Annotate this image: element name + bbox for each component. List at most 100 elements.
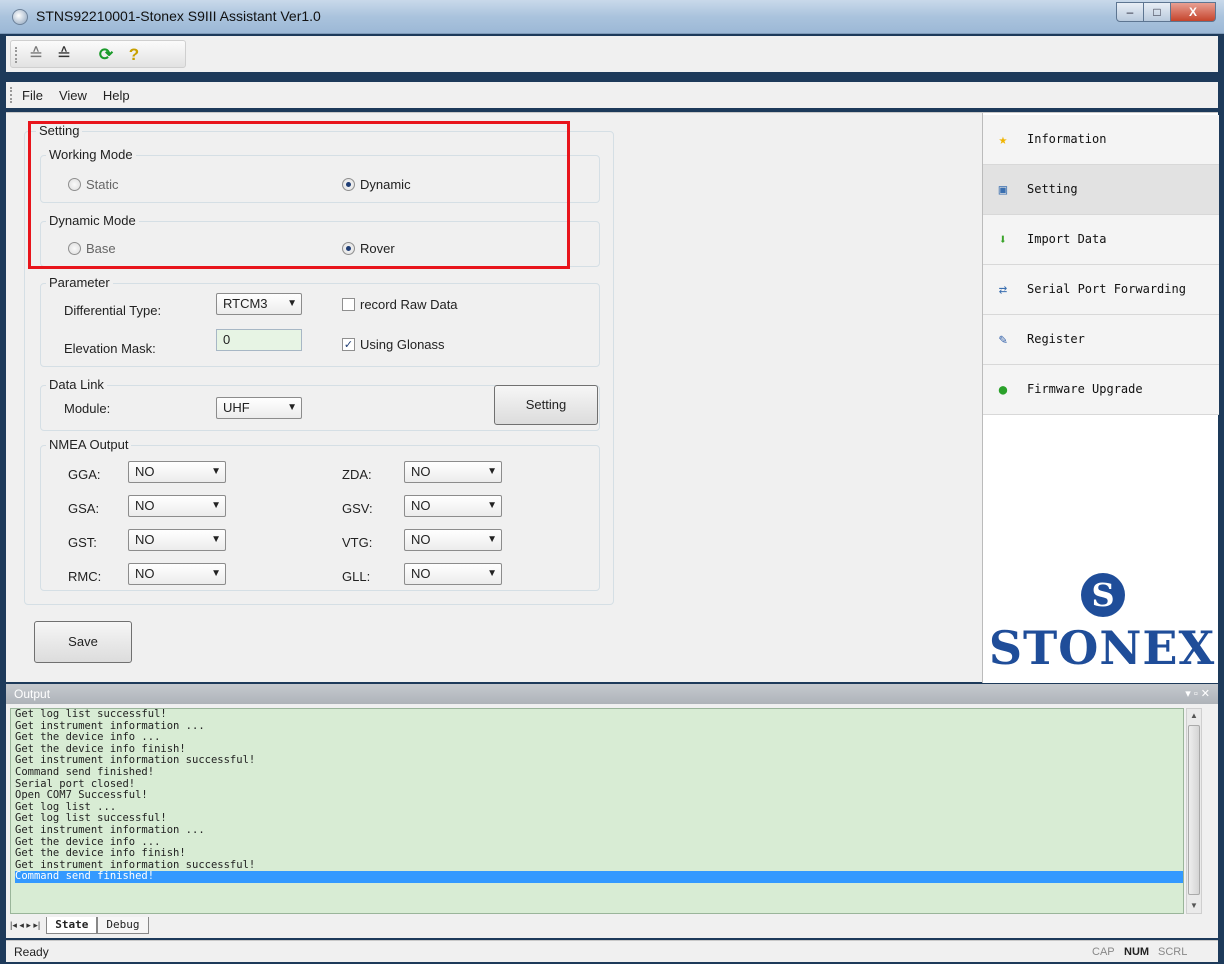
glonass-box[interactable]: ✓ (342, 338, 355, 351)
connect-icon[interactable]: ≙ (25, 44, 47, 66)
menu-help[interactable]: Help (101, 86, 132, 105)
nmea-gga-value: NO (135, 464, 155, 479)
window-controls: – □ X (1116, 2, 1216, 22)
minimize-button[interactable]: – (1116, 2, 1144, 22)
status-text: Ready (14, 945, 49, 959)
nav-item-label: Import Data (1027, 232, 1107, 246)
base-radio-dot[interactable] (68, 242, 81, 255)
toolbar: ≙ ≙ ⟳ ? (6, 36, 1218, 72)
nmea-gga-label: GGA: (68, 467, 101, 482)
nav-item-information[interactable]: ★ Information (983, 115, 1219, 165)
nmea-group (40, 445, 600, 591)
chevron-down-icon: ▼ (211, 568, 221, 579)
nmea-zda-value: NO (411, 464, 431, 479)
log-line[interactable]: Get instrument information successful! (15, 755, 1183, 767)
tab-nav-arrows[interactable]: |◂ ◂ ▸ ▸| (10, 920, 40, 931)
main-area: Setting Working Mode Static Dynamic Dyna… (6, 112, 1219, 683)
nmea-gsa-label: GSA: (68, 501, 100, 516)
nmea-title: NMEA Output (46, 437, 132, 452)
data-link-setting-button[interactable]: Setting (494, 385, 598, 425)
log-line[interactable]: Get instrument information ... (15, 824, 1183, 837)
chevron-down-icon: ▼ (287, 298, 297, 309)
nmea-gst-select[interactable]: NO ▼ (128, 529, 226, 551)
output-log[interactable]: Get log list successful! Get instrument i… (10, 708, 1184, 914)
dynamic-radio[interactable]: Dynamic (342, 177, 411, 192)
static-radio[interactable]: Static (68, 177, 119, 192)
nav-item-register[interactable]: ✎ Register (983, 315, 1219, 365)
brand-name: STONEX (988, 621, 1216, 675)
refresh-icon[interactable]: ⟳ (95, 44, 117, 66)
output-scrollbar[interactable]: ▲ ▼ (1186, 708, 1202, 914)
dynamic-radio-dot[interactable] (342, 178, 355, 191)
rover-radio[interactable]: Rover (342, 241, 395, 256)
record-raw-box[interactable] (342, 298, 355, 311)
data-link-title: Data Link (46, 377, 107, 392)
log-line[interactable]: Get instrument information ... (15, 720, 1183, 733)
log-line[interactable]: Open COM7 Successful! (15, 790, 1183, 802)
save-button[interactable]: Save (34, 621, 132, 663)
nav-item-serial-port-forwarding[interactable]: ⇄ Serial Port Forwarding (983, 265, 1219, 315)
brand-logo: STONEX (983, 553, 1219, 683)
rover-radio-dot[interactable] (342, 242, 355, 255)
menu-file[interactable]: File (20, 86, 45, 105)
diff-type-select[interactable]: RTCM3 ▼ (216, 293, 302, 315)
menu-view[interactable]: View (57, 86, 89, 105)
maximize-button[interactable]: □ (1143, 2, 1171, 22)
log-line[interactable]: Command send finished! (15, 871, 1183, 883)
static-radio-dot[interactable] (68, 178, 81, 191)
nmea-gga-select[interactable]: NO ▼ (128, 461, 226, 483)
log-line[interactable]: Get the device info finish! (15, 848, 1183, 860)
log-line[interactable]: Serial port closed! (15, 778, 1183, 791)
nmea-vtg-label: VTG: (342, 535, 373, 550)
log-line[interactable]: Get instrument information successful! (15, 859, 1183, 872)
nmea-gsa-select[interactable]: NO ▼ (128, 495, 226, 517)
disconnect-icon[interactable]: ≙ (53, 44, 75, 66)
nav-item-label: Register (1027, 332, 1085, 346)
close-button[interactable]: X (1170, 2, 1216, 22)
elevation-mask-input[interactable]: 0 (216, 329, 302, 351)
nav-item-label: Setting (1027, 182, 1078, 196)
tab-state[interactable]: State (46, 916, 98, 934)
help-icon[interactable]: ? (123, 44, 145, 66)
nav-item-setting[interactable]: ▣ Setting (983, 165, 1219, 215)
nmea-rmc-select[interactable]: NO ▼ (128, 563, 226, 585)
nmea-gsv-value: NO (411, 498, 431, 513)
diff-type-label: Differential Type: (64, 303, 162, 318)
nmea-gll-value: NO (411, 566, 431, 581)
record-raw-checkbox[interactable]: record Raw Data (342, 297, 458, 312)
log-line[interactable]: Get the device info ... (15, 836, 1183, 849)
base-radio[interactable]: Base (68, 241, 116, 256)
log-line[interactable]: Get the device info ... (15, 732, 1183, 744)
toolbar-strip: ≙ ≙ ⟳ ? (10, 40, 186, 68)
base-label: Base (86, 241, 116, 256)
log-line[interactable]: Get log list successful! (15, 709, 1183, 721)
glonass-label: Using Glonass (360, 337, 445, 352)
record-raw-label: record Raw Data (360, 297, 458, 312)
nmea-zda-select[interactable]: NO ▼ (404, 461, 502, 483)
output-controls[interactable]: ▾ ▫ ✕ (1185, 684, 1210, 704)
nav-item-label: Information (1027, 132, 1107, 146)
nmea-zda-label: ZDA: (342, 467, 372, 482)
output-title: Output (14, 687, 51, 701)
tab-debug[interactable]: Debug (97, 916, 149, 934)
chevron-down-icon: ▼ (487, 500, 497, 511)
nmea-gst-label: GST: (68, 535, 97, 550)
nav-item-firmware-upgrade[interactable]: ● Firmware Upgrade (983, 365, 1219, 415)
download-arrow-icon: ⬇ (998, 232, 1008, 248)
diff-type-value: RTCM3 (223, 296, 268, 311)
nmea-vtg-select[interactable]: NO ▼ (404, 529, 502, 551)
scroll-down-arrow[interactable]: ▼ (1187, 899, 1201, 913)
log-line[interactable]: Get log list ... (15, 801, 1183, 814)
toolbar-grip[interactable] (15, 47, 18, 63)
nmea-gll-select[interactable]: NO ▼ (404, 563, 502, 585)
chevron-down-icon: ▼ (487, 534, 497, 545)
scroll-up-arrow[interactable]: ▲ (1187, 709, 1201, 723)
output-pane: Output ▾ ▫ ✕ Get log list successful! Get… (6, 684, 1218, 938)
nav-item-import-data[interactable]: ⬇ Import Data (983, 215, 1219, 265)
module-select[interactable]: UHF ▼ (216, 397, 302, 419)
nmea-gsv-select[interactable]: NO ▼ (404, 495, 502, 517)
scrollbar-thumb[interactable] (1188, 725, 1200, 895)
log-line[interactable]: Command send finished! (15, 766, 1183, 779)
nmea-gsa-value: NO (135, 498, 155, 513)
glonass-checkbox[interactable]: ✓ Using Glonass (342, 337, 445, 352)
